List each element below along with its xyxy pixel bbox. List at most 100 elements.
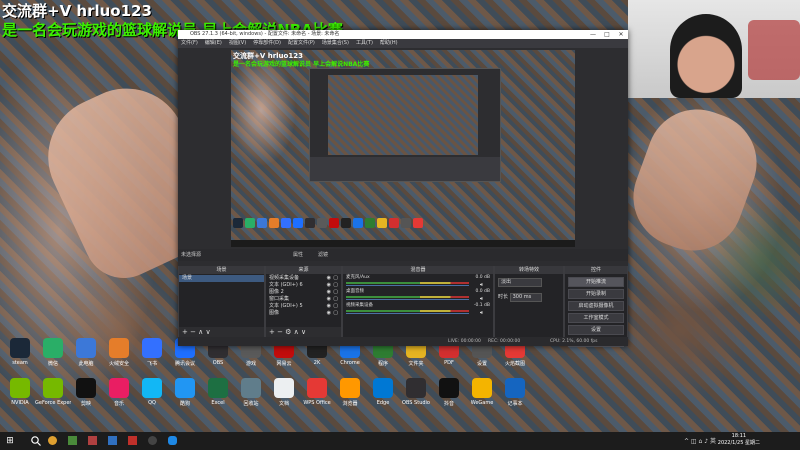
lock-icon[interactable]: ▢ [333, 275, 338, 282]
source-item[interactable]: 视频采集设备 ◉ ▢ [266, 275, 341, 282]
taskbar-explorer-icon[interactable] [48, 436, 57, 445]
source-item[interactable]: 图像 2 ◉ ▢ [266, 289, 341, 296]
scene-item[interactable]: 场景 [179, 275, 264, 282]
obs-preview-canvas[interactable]: 交流群+V hrluo123 是一名会玩游戏的篮球解说员 早上会解说NBA比赛 [231, 50, 575, 247]
taskbar-app-icon[interactable] [108, 436, 117, 445]
sources-dock: 来源 视频采集设备 ◉ ▢ 文本 (GDI+) 6 ◉ ▢ 图像 2 ◉ ▢ 窗口采集 ◉ ▢ 文本 (… [265, 266, 342, 338]
desktop-icon-label: WPS Office [303, 400, 331, 406]
preview-overlay-tagline: 是一名会玩游戏的篮球解说员 早上会解说NBA比赛 [233, 61, 370, 68]
desktop-icon[interactable]: NVIDIA [2, 378, 38, 418]
desktop-icon[interactable]: 回收站 [233, 378, 269, 418]
visibility-eye-icon[interactable]: ◉ [327, 296, 331, 303]
desktop-icon[interactable]: Edge [365, 378, 401, 418]
visibility-eye-icon[interactable]: ◉ [327, 310, 331, 317]
desktop-icon[interactable]: OBS Studio [398, 378, 434, 418]
source-item[interactable]: 图像 ◉ ▢ [266, 310, 341, 317]
desktop-icon-label: PDF [444, 360, 454, 366]
visibility-eye-icon[interactable]: ◉ [327, 289, 331, 296]
lock-icon[interactable]: ▢ [333, 310, 338, 317]
desktop-icon-label: WeGame [470, 400, 494, 406]
search-icon[interactable] [30, 435, 42, 447]
menu-item[interactable]: 停靠部件(D) [253, 40, 281, 46]
visibility-eye-icon[interactable]: ◉ [327, 303, 331, 310]
control-button[interactable]: 设置 [568, 325, 624, 335]
speaker-icon[interactable]: 🔊︎ [480, 296, 483, 302]
source-item[interactable]: 文本 (GDI+) 6 ◉ ▢ [266, 282, 341, 289]
control-button[interactable]: 开始录制 [568, 289, 624, 299]
lock-icon[interactable]: ▢ [333, 289, 338, 296]
preview-steam-icon [233, 218, 243, 228]
desktop-icon[interactable]: steam [2, 338, 38, 378]
start-button[interactable]: ⊞ [4, 435, 16, 447]
obs-statusbar: LIVE: 00:00:00 REC: 00:00:00 CPU: 2.1%, … [178, 337, 628, 346]
scenes-dock-toolbar[interactable]: + − ∧ ∨ [179, 327, 264, 337]
desktop-icon[interactable]: 文档 [266, 378, 302, 418]
desktop-icon[interactable]: 抖音 [431, 378, 467, 418]
desktop-icon[interactable]: Excel [200, 378, 236, 418]
mixer-channel-db: -0.1 dB [473, 303, 490, 308]
desktop-icon[interactable]: 剪映 [68, 378, 104, 418]
cpu-fps: CPU: 2.1%, 60.00 fps [550, 339, 598, 344]
desktop-icon[interactable]: WPS Office [299, 378, 335, 418]
desktop-icon[interactable]: 酷狗 [167, 378, 203, 418]
desktop-icon[interactable]: 浏览器 [332, 378, 368, 418]
desktop-icon[interactable]: WeGame [464, 378, 500, 418]
menu-item[interactable]: 配置文件(P) [288, 40, 315, 46]
source-item[interactable]: 文本 (GDI+) 5 ◉ ▢ [266, 303, 341, 310]
desktop-icon[interactable]: 音乐 [101, 378, 137, 418]
filters-button[interactable]: 滤镜 [318, 249, 328, 261]
source-item-label: 文本 (GDI+) 5 [269, 303, 303, 309]
desktop-icon-label: 浏览器 [342, 401, 358, 407]
taskbar-clock[interactable]: 18:11 2022/1/25 星期二 [718, 433, 760, 447]
desktop-icon[interactable]: 火绒安全 [101, 338, 137, 378]
desktop-icon[interactable]: QQ [134, 378, 170, 418]
obs-window[interactable]: OBS 27.1.3 (64-bit, windows) - 配置文件: 未命名… [178, 30, 628, 347]
lock-icon[interactable]: ▢ [333, 296, 338, 303]
desktop-icon[interactable]: GeForce Experience [35, 378, 71, 418]
volume-slider[interactable] [346, 313, 469, 314]
taskbar-app-icon[interactable] [68, 436, 77, 445]
sources-dock-toolbar[interactable]: + − ⚙ ∧ ∨ [266, 327, 341, 337]
control-button[interactable]: 启动虚拟摄像机 [568, 301, 624, 311]
properties-button[interactable]: 属性 [293, 249, 303, 261]
lock-icon[interactable]: ▢ [333, 303, 338, 310]
volume-slider[interactable] [346, 285, 469, 286]
obs-window-title: OBS 27.1.3 (64-bit, windows) - 配置文件: 未命名… [190, 31, 340, 37]
desktop-icon-label: 此电脑 [78, 361, 94, 367]
stream-overlay-contact: 交流群+V hrluo123 [2, 2, 152, 20]
menu-item[interactable]: 帮助(H) [380, 40, 398, 46]
duration-input[interactable]: 300 ms [509, 293, 542, 302]
visibility-eye-icon[interactable]: ◉ [327, 275, 331, 282]
taskbar-wps-icon[interactable] [128, 436, 137, 445]
visibility-eye-icon[interactable]: ◉ [327, 282, 331, 289]
desktop-icon[interactable]: 记事本 [497, 378, 533, 418]
transition-select[interactable]: 淡出 [498, 278, 542, 287]
control-button[interactable]: 开始推流 [568, 277, 624, 287]
wps-icon [307, 378, 327, 398]
obs-titlebar[interactable]: OBS 27.1.3 (64-bit, windows) - 配置文件: 未命名… [178, 30, 628, 39]
menu-item[interactable]: 场景集合(S) [322, 40, 349, 46]
steam-icon [10, 338, 30, 358]
taskbar-obs-icon[interactable] [148, 436, 157, 445]
close-button[interactable]: ✕ [614, 30, 628, 39]
system-tray[interactable]: ^ ◫ ⌂ ♪ 英 [684, 436, 716, 445]
desktop-icon[interactable]: 飞书 [134, 338, 170, 378]
minimize-button[interactable]: — [586, 30, 600, 39]
maximize-button[interactable]: □ [600, 30, 614, 39]
menu-item[interactable]: 文件(F) [181, 40, 198, 46]
menu-item[interactable]: 工具(T) [356, 40, 373, 46]
desktop-icon[interactable]: 此电脑 [68, 338, 104, 378]
taskbar-app-icon[interactable] [168, 436, 177, 445]
desktop-icon-grid: steam 微信 此电脑 火绒安全 飞书 腾讯会议 OBS 游戏 网易云 2K Chrome 程序 文件… [0, 338, 525, 418]
volume-slider[interactable] [346, 299, 469, 300]
menu-item[interactable]: 编辑(E) [205, 40, 222, 46]
desktop-icon-label: 文件夹 [408, 361, 424, 367]
taskbar-app-icon[interactable] [88, 436, 97, 445]
speaker-icon[interactable]: 🔊︎ [480, 282, 483, 288]
desktop-icon[interactable]: 微信 [35, 338, 71, 378]
control-button[interactable]: 工作室模式 [568, 313, 624, 323]
source-item[interactable]: 窗口采集 ◉ ▢ [266, 296, 341, 303]
lock-icon[interactable]: ▢ [333, 282, 338, 289]
menu-item[interactable]: 视图(V) [229, 40, 246, 46]
speaker-icon[interactable]: 🔊︎ [480, 310, 483, 316]
